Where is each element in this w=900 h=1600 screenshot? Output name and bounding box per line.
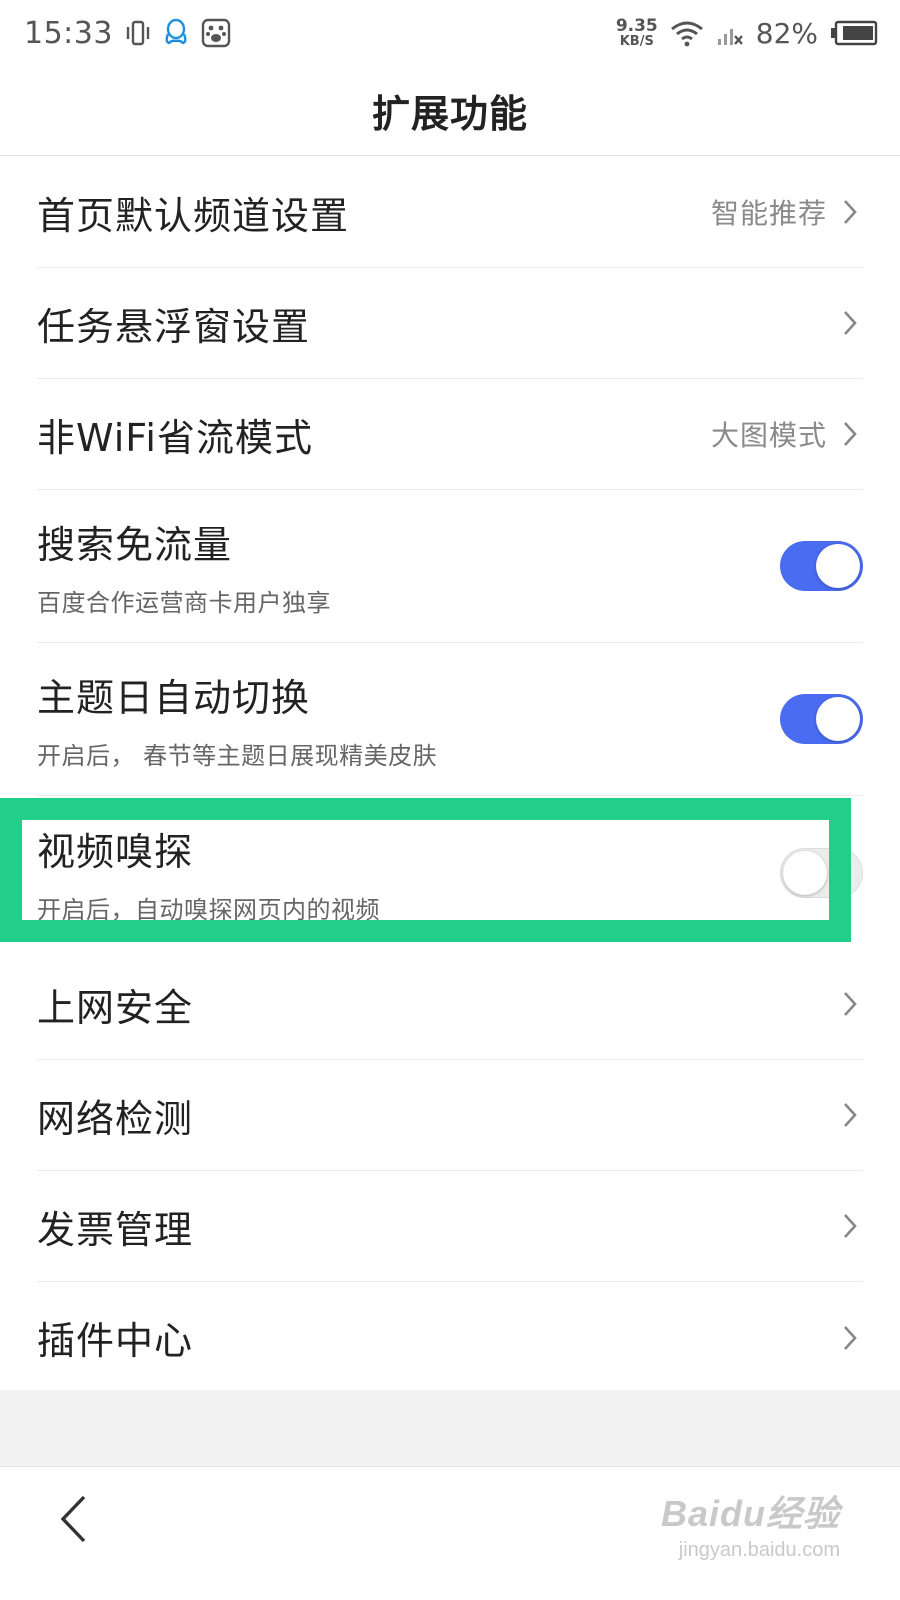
watermark-url: jingyan.baidu.com	[678, 1539, 840, 1561]
setting-right: 智能推荐	[711, 192, 863, 232]
setting-description: 开启后， 春节等主题日展现精美皮肤	[37, 742, 438, 770]
setting-label: 首页默认频道设置	[37, 193, 350, 238]
setting-invoice-management[interactable]: 发票管理	[37, 1171, 863, 1282]
theme-day-auto-switch-toggle[interactable]	[780, 694, 863, 744]
setting-value: 大图模式	[710, 419, 827, 452]
watermark: Baidu经验 jingyan.baidu.com	[661, 1485, 840, 1562]
chevron-right-icon	[837, 419, 863, 449]
settings-list: 首页默认频道设置 智能推荐 任务悬浮窗设置 非WiFi省流模式 大图模式 搜索免…	[0, 157, 900, 1393]
setting-right	[837, 1323, 863, 1353]
setting-value: 智能推荐	[710, 197, 827, 230]
chevron-right-icon	[837, 1323, 863, 1353]
setting-text: 视频嗅探 开启后，自动嗅探网页内的视频	[37, 821, 380, 925]
setting-homepage-default-channel[interactable]: 首页默认频道设置 智能推荐	[37, 157, 863, 268]
status-bar: 15:33 9.35 KB/S 82%	[0, 0, 900, 66]
setting-label: 搜索免流量	[37, 523, 233, 567]
setting-search-free-traffic: 搜索免流量 百度合作运营商卡用户独享	[37, 490, 863, 643]
setting-network-detection[interactable]: 网络检测	[37, 1060, 863, 1171]
bottom-spacer	[0, 1390, 900, 1466]
bottom-navigation-bar: Baidu经验 jingyan.baidu.com	[0, 1466, 900, 1600]
setting-label: 上网安全	[37, 985, 194, 1030]
setting-label: 主题日自动切换	[37, 676, 311, 720]
setting-right	[837, 989, 863, 1019]
setting-task-floating-window[interactable]: 任务悬浮窗设置	[37, 268, 863, 379]
setting-right	[837, 1211, 863, 1241]
watermark-logo: Baidu经验	[660, 1493, 840, 1534]
setting-non-wifi-data-saving[interactable]: 非WiFi省流模式 大图模式	[37, 379, 863, 490]
status-time: 15:33	[24, 15, 113, 51]
setting-label: 任务悬浮窗设置	[37, 304, 311, 349]
chevron-right-icon	[837, 197, 863, 227]
setting-label: 插件中心	[37, 1319, 194, 1363]
setting-label: 发票管理	[37, 1207, 194, 1252]
setting-description: 百度合作运营商卡用户独享	[37, 589, 331, 617]
back-button[interactable]	[48, 1489, 98, 1549]
vibrate-icon	[125, 19, 151, 47]
network-speed: 9.35 KB/S	[615, 16, 658, 49]
setting-text: 主题日自动切换 开启后， 春节等主题日展现精美皮肤	[37, 667, 437, 771]
setting-label: 网络检测	[37, 1096, 194, 1141]
setting-description: 开启后，自动嗅探网页内的视频	[37, 895, 380, 924]
setting-label: 非WiFi省流模式	[37, 415, 313, 460]
chevron-right-icon	[837, 308, 863, 338]
baidu-paw-icon	[201, 18, 231, 48]
header: 扩展功能	[0, 66, 900, 156]
setting-label: 视频嗅探	[37, 829, 194, 874]
setting-video-sniffing: 视频嗅探 开启后，自动嗅探网页内的视频	[37, 796, 863, 949]
qq-icon	[163, 18, 189, 48]
video-sniffing-toggle[interactable]	[780, 847, 863, 898]
status-bar-right: 9.35 KB/S 82%	[616, 17, 878, 50]
back-arrow-icon	[60, 1495, 86, 1543]
setting-right	[837, 1100, 863, 1130]
setting-plugin-center[interactable]: 插件中心	[37, 1282, 863, 1393]
toggle-knob	[783, 850, 827, 895]
setting-right: 大图模式	[711, 414, 863, 454]
speed-unit: KB/S	[619, 34, 654, 49]
toggle-knob	[816, 697, 860, 741]
setting-right	[837, 308, 863, 338]
battery-percent: 82%	[755, 16, 818, 50]
page-title: 扩展功能	[371, 92, 528, 136]
chevron-right-icon	[837, 989, 863, 1019]
speed-value: 9.35	[615, 16, 658, 36]
setting-theme-day-auto-switch: 主题日自动切换 开启后， 春节等主题日展现精美皮肤	[37, 643, 863, 796]
search-free-traffic-toggle[interactable]	[780, 541, 863, 591]
setting-text: 搜索免流量 百度合作运营商卡用户独享	[37, 514, 331, 618]
signal-icon	[716, 19, 744, 47]
wifi-icon	[670, 19, 704, 47]
battery-icon	[830, 20, 878, 46]
setting-internet-security[interactable]: 上网安全	[37, 949, 863, 1060]
chevron-right-icon	[837, 1100, 863, 1130]
chevron-right-icon	[837, 1211, 863, 1241]
toggle-knob	[816, 544, 860, 588]
status-bar-left: 15:33	[24, 16, 231, 51]
